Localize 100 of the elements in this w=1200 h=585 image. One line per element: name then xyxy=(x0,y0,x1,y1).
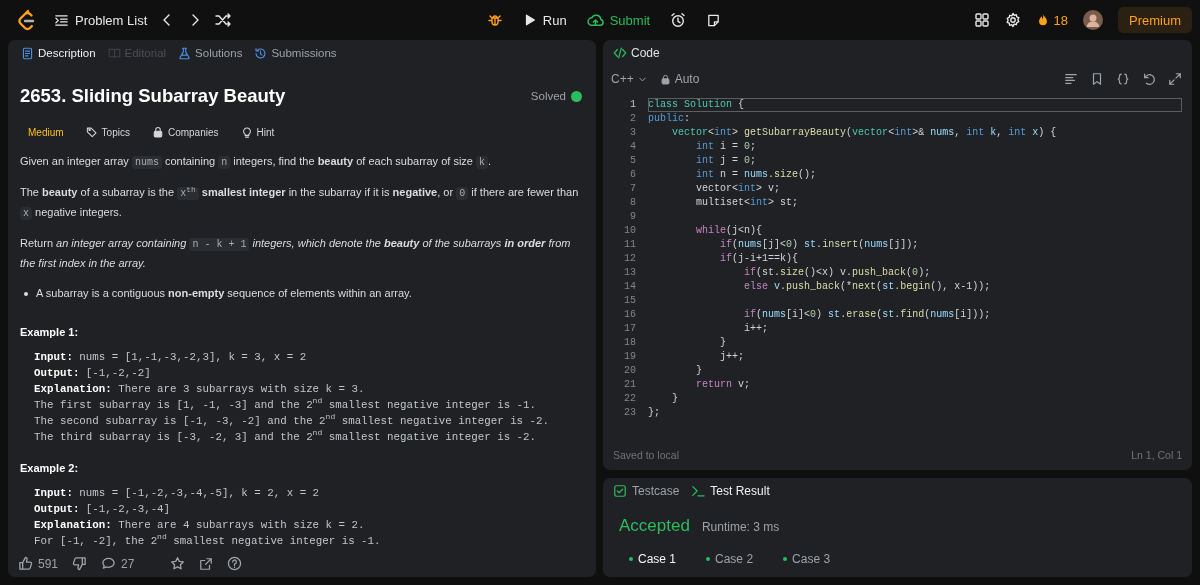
share-icon[interactable] xyxy=(199,556,214,571)
example-line: The first subarray is [1, -1, -3] and the 2$^{nd}$ smallest negative integer is -1. xyxy=(33,397,538,413)
bullet-text: A subarray is a contiguous non-empty sequence of elements within an array. xyxy=(36,286,412,301)
code-line: int j = 0; xyxy=(695,154,758,168)
premium-button[interactable]: Premium xyxy=(1118,7,1192,33)
code-line: if(nums[j]<0) st.insert(nums[j]); xyxy=(719,238,920,252)
code-line: int i = 0; xyxy=(695,140,758,154)
settings-icon[interactable] xyxy=(1004,12,1021,28)
panel-title: Code xyxy=(631,46,660,60)
lightbulb-icon xyxy=(240,126,253,138)
comments-button[interactable]: 27 xyxy=(101,556,135,571)
verdict: Accepted xyxy=(619,516,690,536)
note-icon[interactable] xyxy=(706,12,722,28)
dot-icon xyxy=(629,557,633,561)
tab[interactable]: Testcase xyxy=(613,484,680,498)
example-line: For [-1, -2], the 2$^{nd}$ smallest negative integer is -1. xyxy=(33,533,382,549)
line-number: 6 xyxy=(629,168,636,182)
cloud-upload-icon xyxy=(586,11,604,29)
run-button[interactable]: Run xyxy=(522,6,567,34)
case-tab[interactable]: Case 3 xyxy=(775,548,839,570)
line-number: 1 xyxy=(629,98,636,112)
list-icon xyxy=(54,12,69,28)
code-line: j++; xyxy=(719,350,745,364)
code-line: i++; xyxy=(743,322,770,336)
thumbs-up-icon xyxy=(18,556,33,571)
code-line: public: xyxy=(648,112,692,126)
code-line: if(st.size()<x) v.push_back(0); xyxy=(743,266,932,280)
line-number: 16 xyxy=(623,308,636,322)
solved-status: Solved xyxy=(530,90,566,102)
mode-label: Auto xyxy=(674,72,700,86)
example-line: Explanation: There are 3 subarrays with size k = 3. xyxy=(33,382,366,397)
line-number: 19 xyxy=(623,350,636,364)
streak-button[interactable]: 18 xyxy=(1035,6,1068,34)
tag-button[interactable]: Hint xyxy=(232,122,283,142)
avatar-icon[interactable] xyxy=(1083,10,1103,30)
line-number: 21 xyxy=(623,378,636,392)
example-line: The second subarray is [-1, -3, -2] and the 2$^{nd}$ smallest negative integer is -2. xyxy=(33,413,550,429)
thumbs-down-icon[interactable] xyxy=(72,556,88,571)
code-line: } xyxy=(695,364,703,378)
language-dropdown[interactable]: C++ xyxy=(611,72,648,86)
code-line: while(j<n){ xyxy=(695,224,764,238)
undo-icon[interactable] xyxy=(1142,72,1156,86)
line-number: 2 xyxy=(629,112,636,126)
submit-button[interactable]: Submit xyxy=(586,6,651,34)
solved-icon xyxy=(571,90,582,102)
code-line: else v.push_back(*next(st.begin(), x-1)); xyxy=(743,280,992,294)
tag-button[interactable]: Topics xyxy=(77,122,138,142)
star-icon[interactable] xyxy=(170,556,186,571)
line-number: 8 xyxy=(629,196,636,210)
line-number: 12 xyxy=(623,252,636,266)
problem-title: 2653. Sliding Subarray Beauty xyxy=(20,84,286,108)
case-tab[interactable]: Case 2 xyxy=(698,548,762,570)
dot-icon xyxy=(706,557,711,561)
save-status: Saved to local xyxy=(613,449,679,461)
format-icon[interactable] xyxy=(1064,72,1078,86)
line-number: 13 xyxy=(623,266,636,280)
line-number: 22 xyxy=(623,392,636,406)
line-number: 20 xyxy=(623,364,636,378)
bug-icon[interactable] xyxy=(486,12,503,28)
example-line: Output: [-1,-2,-3,-4] xyxy=(33,502,172,517)
help-icon[interactable] xyxy=(227,556,243,571)
checkbox-icon xyxy=(613,484,627,498)
line-number: 10 xyxy=(623,224,636,238)
tab[interactable]: Description xyxy=(18,44,99,62)
line-number: 14 xyxy=(623,280,636,294)
tag-button[interactable]: Companies xyxy=(143,122,227,142)
bookmark-icon[interactable] xyxy=(1090,72,1104,86)
shuffle-icon[interactable] xyxy=(215,12,232,28)
case-tab[interactable]: Case 1 xyxy=(621,548,685,570)
like-button[interactable]: 591 xyxy=(18,556,59,571)
line-number: 4 xyxy=(629,140,636,154)
code-line: multiset<int> st; xyxy=(695,196,800,210)
code-line: } xyxy=(719,336,727,350)
code-line: if(j-i+1==k){ xyxy=(719,252,800,266)
logo[interactable] xyxy=(16,9,36,31)
code-line: return v; xyxy=(695,378,752,392)
code-line: if(nums[i]<0) st.erase(st.find(nums[i])); xyxy=(743,308,992,322)
expand-icon[interactable] xyxy=(1168,72,1182,86)
line-number: 3 xyxy=(629,126,636,140)
example-line: Explanation: There are 4 subarrays with size k = 2. xyxy=(33,518,366,533)
tab[interactable]: Test Result xyxy=(691,484,770,498)
description-text: Given an integer array nums containing n integers, find the beauty of each subarray of size k . xyxy=(20,154,493,171)
tab[interactable]: Submissions xyxy=(251,44,340,62)
example-line: Input: nums = [-1,-2,-3,-4,-5], k = 2, x = 2 xyxy=(33,486,321,501)
problem-list-button[interactable]: Problem List xyxy=(54,6,148,34)
line-number: 17 xyxy=(623,322,636,336)
code-line: vector<int> getSubarrayBeauty(vector<int>& nums, int k, int x) { xyxy=(671,126,1058,140)
code-line: }; xyxy=(648,406,661,420)
tab[interactable]: Solutions xyxy=(175,44,246,62)
document-icon xyxy=(21,46,34,60)
code-line: } xyxy=(671,392,679,406)
cursor-position: Ln 1, Col 1 xyxy=(1131,449,1182,461)
braces-icon[interactable] xyxy=(1116,72,1130,86)
line-number: 5 xyxy=(629,154,636,168)
bullet-icon xyxy=(24,291,28,296)
grid-icon[interactable] xyxy=(973,12,990,28)
code-icon xyxy=(613,46,627,60)
difficulty-tag[interactable]: Medium xyxy=(20,122,72,142)
alarm-clock-icon[interactable] xyxy=(670,12,687,28)
line-number: 9 xyxy=(629,210,636,224)
